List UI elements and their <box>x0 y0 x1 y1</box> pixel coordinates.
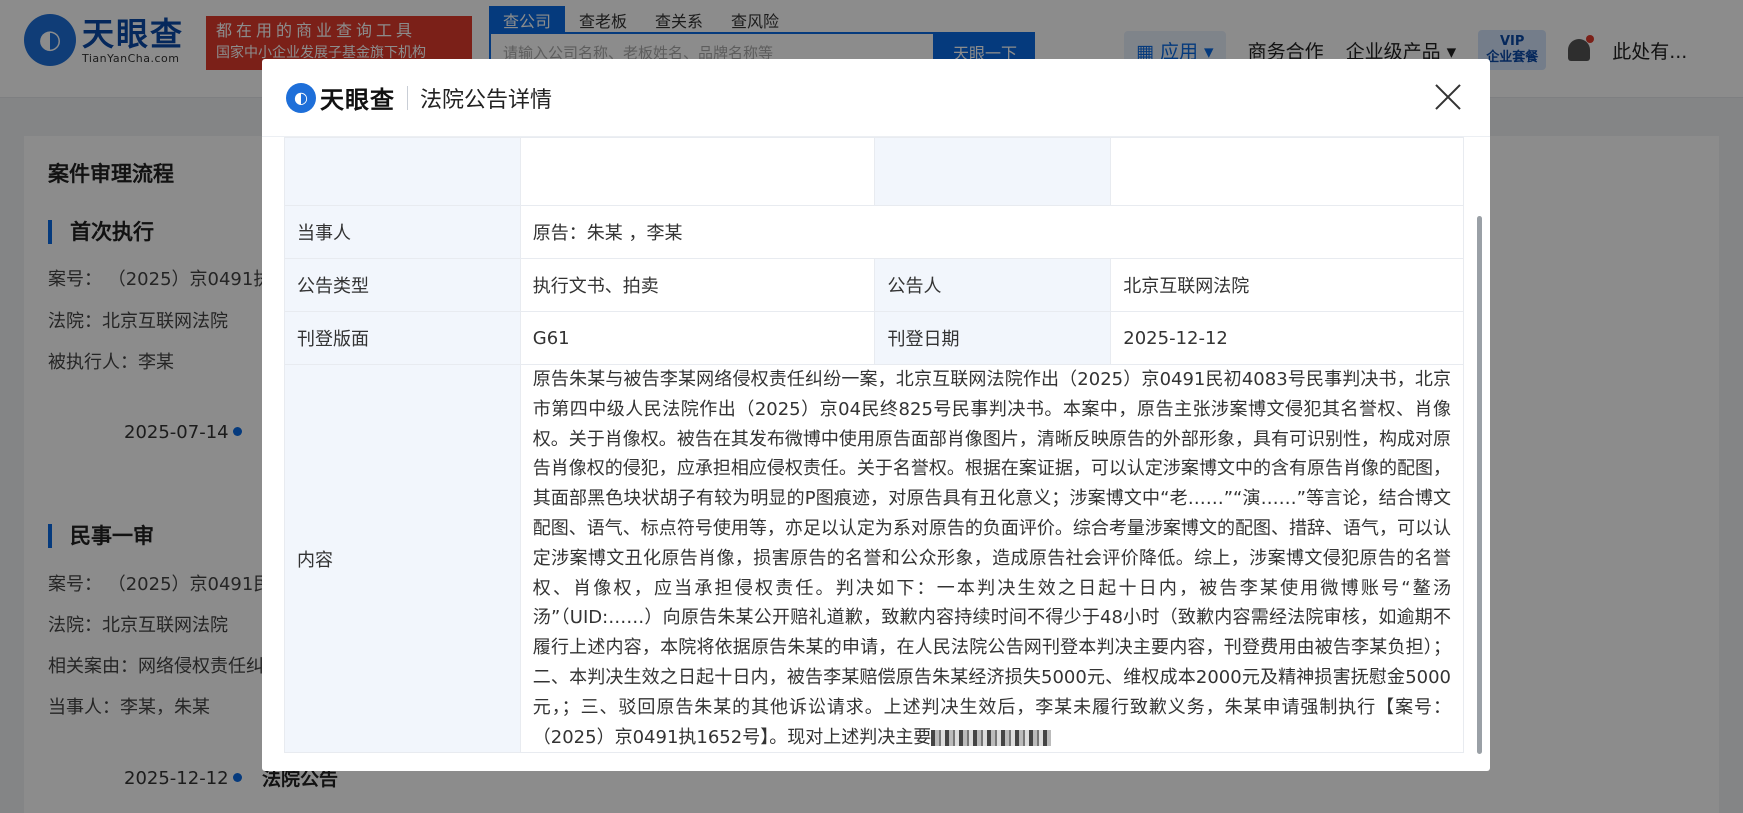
table-cell <box>519 137 876 206</box>
modal-logo-text: 天眼查 <box>320 86 395 114</box>
publish-date-value: 2025-12-12 <box>1110 311 1464 365</box>
eye-logo-icon: ◐ <box>286 82 316 113</box>
publish-date-label: 刊登日期 <box>874 311 1112 365</box>
content-label: 内容 <box>284 363 521 754</box>
notice-detail-table: 当事人 原告：朱某 ，李某 公告类型 执行文书、拍卖 公告人 北京互联网法院 刊… <box>284 137 1464 754</box>
party-value: 原告：朱某 ，李某 <box>519 205 1464 259</box>
notice-type-value: 执行文书、拍卖 <box>519 258 876 312</box>
close-icon[interactable] <box>1434 83 1462 111</box>
header-divider <box>407 85 408 110</box>
page-value: G61 <box>519 311 876 365</box>
announcer-value: 北京互联网法院 <box>1110 258 1464 312</box>
blurred-text <box>931 729 1052 746</box>
modal-header: ◐ 天眼查 法院公告详情 <box>262 59 1490 137</box>
table-cell <box>284 137 521 206</box>
notice-type-label: 公告类型 <box>284 258 521 312</box>
content-cell: 原告朱某与被告李某网络侵权责任纠纷一案，北京互联网法院作出（2025）京0491… <box>519 363 1464 754</box>
modal-body[interactable]: 当事人 原告：朱某 ，李某 公告类型 执行文书、拍卖 公告人 北京互联网法院 刊… <box>284 137 1464 757</box>
party-label: 当事人 <box>284 205 521 259</box>
table-cell <box>1110 137 1464 206</box>
table-cell <box>874 137 1112 206</box>
modal-title: 法院公告详情 <box>420 87 553 113</box>
announcer-label: 公告人 <box>874 258 1112 312</box>
modal-scrollbar[interactable] <box>1477 216 1482 754</box>
court-notice-modal: ◐ 天眼查 法院公告详情 当事人 原告：朱某 ，李某 公告类型 执行文书、拍卖 <box>262 59 1490 771</box>
page-label: 刊登版面 <box>284 311 521 365</box>
content-text: 原告朱某与被告李某网络侵权责任纠纷一案，北京互联网法院作出（2025）京0491… <box>532 369 1451 748</box>
